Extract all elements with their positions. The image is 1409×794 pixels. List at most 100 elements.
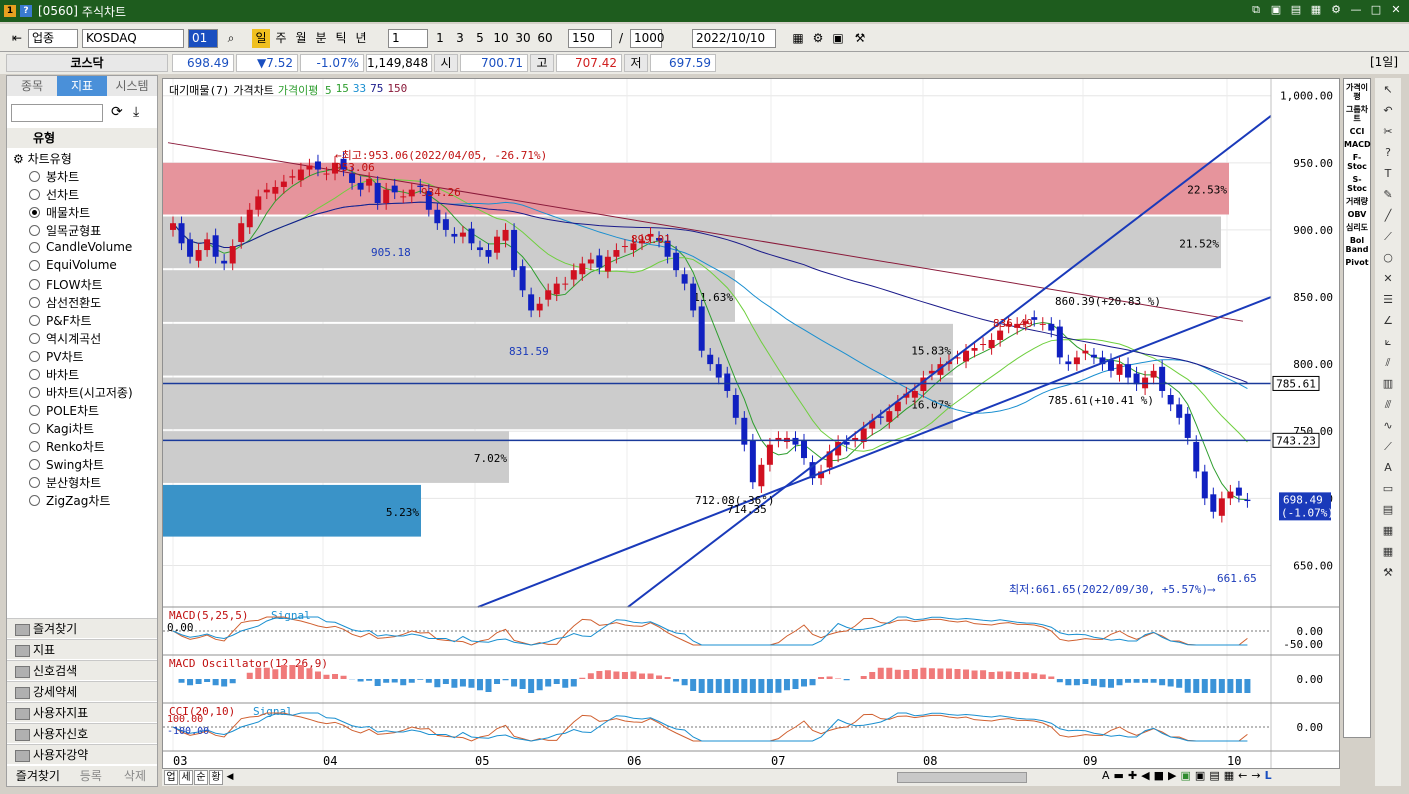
indicator-btn-6[interactable]: 거래량 xyxy=(1344,197,1370,206)
window-icon[interactable]: ▭ xyxy=(1379,480,1397,498)
bottom-btn-1[interactable]: 세 xyxy=(179,770,193,785)
scrollbar[interactable] xyxy=(897,772,1027,783)
chart-icon[interactable]: ▦ xyxy=(1224,769,1234,782)
legend-item-ma150[interactable]: 150 xyxy=(387,82,407,98)
period-month[interactable]: 월 xyxy=(292,29,310,48)
cursor-icon[interactable]: ↖ xyxy=(1379,81,1397,99)
save-chart-icon[interactable]: ▣ xyxy=(830,29,846,48)
settings-icon[interactable]: ⚙ xyxy=(1329,3,1343,17)
legend-item-ma15[interactable]: 15 xyxy=(336,82,349,98)
indicator-btn-8[interactable]: 심리도 xyxy=(1344,223,1370,232)
chart-type-18[interactable]: ZigZag차트 xyxy=(29,492,110,509)
indicator-btn-1[interactable]: 그룹차트 xyxy=(1344,105,1370,123)
circle-icon[interactable]: ○ xyxy=(1379,249,1397,267)
wave-icon[interactable]: ∿ xyxy=(1379,417,1397,435)
section-header[interactable]: 유형 xyxy=(7,128,157,148)
channel-icon[interactable]: ⫻ xyxy=(1379,396,1397,414)
tab-indicator[interactable]: 지표 xyxy=(57,76,107,96)
back-icon[interactable]: ⇤ xyxy=(8,29,26,48)
sidebar-search-input[interactable] xyxy=(11,104,103,122)
maximize-icon[interactable]: □ xyxy=(1369,3,1383,17)
radio-icon[interactable] xyxy=(29,259,40,271)
preset-5[interactable]: 5 xyxy=(472,29,488,48)
trend-icon[interactable]: ⟋ xyxy=(1379,438,1397,456)
radio-icon[interactable] xyxy=(29,477,40,488)
preset-1[interactable]: 1 xyxy=(432,29,448,48)
indicator-btn-10[interactable]: Pivot xyxy=(1344,258,1370,267)
scroll-left-icon[interactable]: ◀ xyxy=(224,770,236,785)
radio-icon[interactable] xyxy=(29,423,40,434)
chart-type-6[interactable]: FLOW차트 xyxy=(29,276,103,293)
help2-icon[interactable]: ? xyxy=(1379,144,1397,162)
config-icon[interactable]: ⚙ xyxy=(810,29,826,48)
prev-icon[interactable]: ◀ xyxy=(1141,769,1149,782)
chart-type-14[interactable]: Kagi차트 xyxy=(29,420,94,437)
doc-icon[interactable]: ▤ xyxy=(1379,501,1397,519)
tree-root[interactable]: ⚙ 차트유형 xyxy=(13,150,72,167)
radio-icon[interactable] xyxy=(29,297,40,308)
hline-icon[interactable]: ☰ xyxy=(1379,291,1397,309)
price-chart-svg[interactable]: 22.53%21.52%11.63%15.83%16.07%7.02%5.23%… xyxy=(163,79,1339,769)
pen-icon[interactable]: ✎ xyxy=(1379,186,1397,204)
link-icon[interactable]: ⧉ xyxy=(1249,3,1263,17)
folder-4[interactable]: 사용자지표 xyxy=(7,702,157,722)
close-icon[interactable]: ✕ xyxy=(1389,3,1403,17)
download-icon[interactable]: ⤓ xyxy=(133,104,139,120)
zoom-in-icon[interactable]: ✚ xyxy=(1128,769,1137,782)
cross-icon[interactable]: ✕ xyxy=(1379,270,1397,288)
radio-icon[interactable] xyxy=(29,405,40,416)
radio-icon[interactable] xyxy=(29,495,40,506)
undo-icon[interactable]: ↶ xyxy=(1379,102,1397,120)
refresh-icon[interactable]: ⟳ xyxy=(111,104,123,120)
chart-type-16[interactable]: Swing차트 xyxy=(29,456,104,473)
radio-icon[interactable] xyxy=(29,369,40,380)
save-icon[interactable]: ▣ xyxy=(1269,3,1283,17)
delete-tab[interactable]: 삭제 xyxy=(113,766,157,786)
chart-type-5[interactable]: EquiVolume xyxy=(29,258,117,272)
fan-icon[interactable]: ⟀ xyxy=(1379,333,1397,351)
print-icon[interactable]: ▤ xyxy=(1289,3,1303,17)
period-day[interactable]: 일 xyxy=(252,29,270,48)
help-icon[interactable]: ? xyxy=(20,5,32,17)
indicator-btn-3[interactable]: MACD xyxy=(1344,140,1371,149)
radio-icon[interactable] xyxy=(29,171,40,182)
preset-30[interactable]: 30 xyxy=(514,29,532,48)
radio-icon[interactable] xyxy=(29,333,40,344)
next-icon[interactable]: ▶ xyxy=(1168,769,1176,782)
indicator-btn-5[interactable]: S-Stoc xyxy=(1344,175,1370,193)
tab-system[interactable]: 시스템 xyxy=(107,76,157,96)
fibo-icon[interactable]: ⫽ xyxy=(1379,354,1397,372)
radio-icon[interactable] xyxy=(29,351,40,362)
chart-type-2[interactable]: 매물차트 xyxy=(29,204,90,221)
preset-10[interactable]: 10 xyxy=(492,29,510,48)
table-icon[interactable]: ▦ xyxy=(1379,543,1397,561)
favorites-tab[interactable]: 즐겨찾기 xyxy=(7,766,69,786)
chart-type-7[interactable]: 삼선전환도 xyxy=(29,294,101,311)
preset-60[interactable]: 60 xyxy=(536,29,554,48)
chart-type-10[interactable]: PV차트 xyxy=(29,348,84,365)
chart-type-0[interactable]: 봉차트 xyxy=(29,168,79,185)
right-arrow-icon[interactable]: → xyxy=(1251,769,1260,782)
excel-icon[interactable]: ▣ xyxy=(1181,769,1191,782)
bottom-btn-2[interactable]: 순 xyxy=(194,770,208,785)
radio-icon[interactable] xyxy=(29,241,40,253)
legend-item-ma5[interactable]: 가격이평 5 xyxy=(278,82,332,98)
chart-type-4[interactable]: CandleVolume xyxy=(29,240,132,254)
chart-type-15[interactable]: Renko차트 xyxy=(29,438,105,455)
chart-type-8[interactable]: P&F차트 xyxy=(29,312,92,329)
indicator-btn-0[interactable]: 가격이평 xyxy=(1344,83,1370,101)
save2-icon[interactable]: ▣ xyxy=(1195,769,1205,782)
radio-icon[interactable] xyxy=(29,387,40,398)
period-week[interactable]: 주 xyxy=(272,29,290,48)
count-stepper[interactable]: 150 xyxy=(568,29,612,48)
interval-select[interactable]: 1 xyxy=(388,29,428,48)
radio-icon[interactable] xyxy=(29,459,40,470)
legend-item-price[interactable]: 가격차트 xyxy=(233,82,273,98)
chart-type-9[interactable]: 역시계곡선 xyxy=(29,330,101,347)
folder-1[interactable]: 지표 xyxy=(7,639,157,659)
chart-type-3[interactable]: 일목균형표 xyxy=(29,222,101,239)
print3-icon[interactable]: ▤ xyxy=(1209,769,1219,782)
period-year[interactable]: 년 xyxy=(352,29,370,48)
line-icon[interactable]: ╱ xyxy=(1379,207,1397,225)
left-arrow-icon[interactable]: ← xyxy=(1238,769,1247,782)
